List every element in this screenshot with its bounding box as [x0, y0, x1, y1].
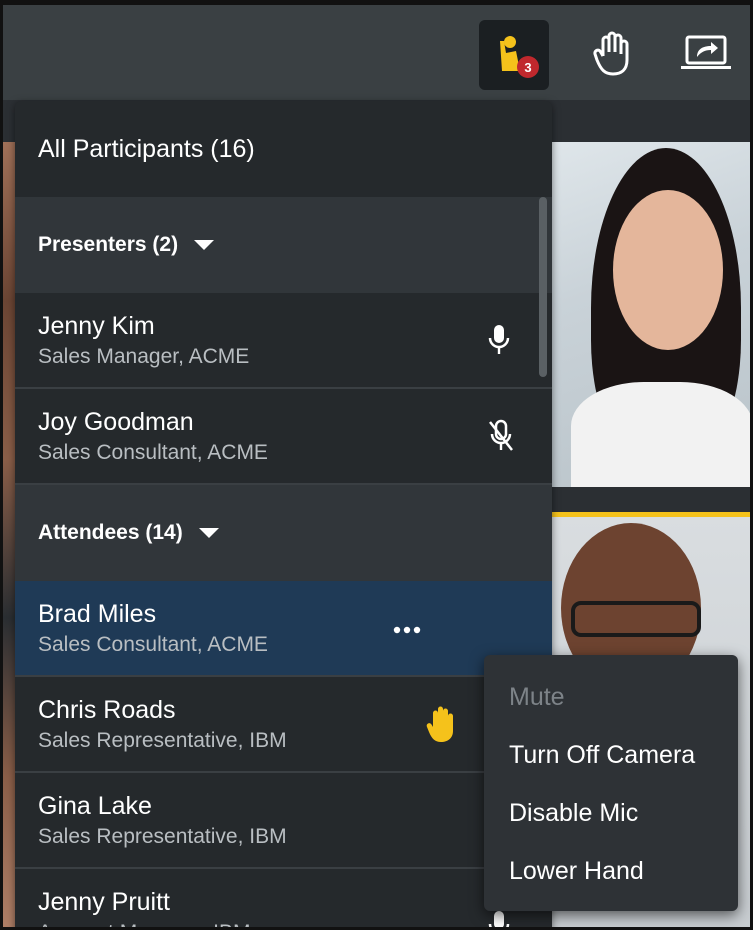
section-label: Attendees (14)	[38, 521, 183, 544]
participant-context-menu: Mute Turn Off Camera Disable Mic Lower H…	[484, 655, 738, 911]
participant-row[interactable]: Jenny Kim Sales Manager, ACME	[15, 293, 552, 389]
section-label: Presenters (2)	[38, 233, 179, 256]
video-tile-left	[3, 142, 15, 927]
mic-muted-icon[interactable]	[487, 419, 515, 458]
participant-name: Jenny Kim	[38, 312, 155, 340]
share-screen-icon	[681, 35, 731, 76]
app-window: 3 All Participants (16) Presenters (2) J…	[0, 0, 753, 930]
participant-row-selected[interactable]: Brad Miles Sales Consultant, ACME	[15, 581, 552, 677]
video-tile-jenny-kim[interactable]	[551, 142, 750, 487]
share-screen-button[interactable]	[671, 20, 741, 90]
participant-name: Gina Lake	[38, 792, 152, 820]
participant-title: Sales Consultant, ACME	[38, 441, 268, 464]
participant-title: Account Manager, IBM	[38, 919, 552, 927]
menu-item-mute: Mute	[509, 683, 565, 711]
caret-down-icon	[194, 240, 215, 250]
participants-button[interactable]: 3	[479, 20, 549, 90]
participant-row[interactable]: Gina Lake Sales Representative, IBM	[15, 773, 552, 869]
participants-badge: 3	[517, 56, 539, 78]
participants-panel: All Participants (16) Presenters (2) Jen…	[15, 101, 552, 927]
panel-title: All Participants (16)	[38, 134, 255, 163]
menu-item-turn-off-camera[interactable]: Turn Off Camera	[484, 740, 738, 798]
mic-icon[interactable]	[487, 323, 511, 362]
participant-title: Sales Consultant, ACME	[38, 633, 268, 656]
participant-row[interactable]: Chris Roads Sales Representative, IBM	[15, 677, 552, 773]
participant-row[interactable]: Joy Goodman Sales Consultant, ACME	[15, 389, 552, 485]
participant-title: Sales Representative, IBM	[38, 825, 287, 848]
participant-name: Joy Goodman	[38, 408, 194, 436]
participant-title: Sales Manager, ACME	[38, 345, 250, 368]
more-icon[interactable]	[393, 621, 421, 639]
menu-item-disable-mic[interactable]: Disable Mic	[484, 798, 738, 856]
caret-down-icon	[198, 528, 219, 538]
participant-name: Jenny Pruitt	[38, 888, 171, 916]
top-toolbar: 3	[3, 5, 750, 100]
participant-name: Brad Miles	[38, 600, 157, 628]
menu-item-lower-hand[interactable]: Lower Hand	[484, 856, 738, 914]
section-header-attendees[interactable]: Attendees (14)	[15, 485, 552, 581]
hand-icon	[593, 30, 633, 81]
section-header-presenters[interactable]: Presenters (2)	[15, 197, 552, 293]
raised-hand-icon[interactable]	[425, 705, 457, 748]
participant-title: Sales Representative, IBM	[38, 729, 287, 752]
participant-row[interactable]: Jenny Pruitt Account Manager, IBM	[15, 869, 552, 927]
raise-hand-button[interactable]	[578, 20, 648, 90]
participant-name: Chris Roads	[38, 696, 176, 724]
panel-scrollbar[interactable]	[539, 197, 547, 377]
